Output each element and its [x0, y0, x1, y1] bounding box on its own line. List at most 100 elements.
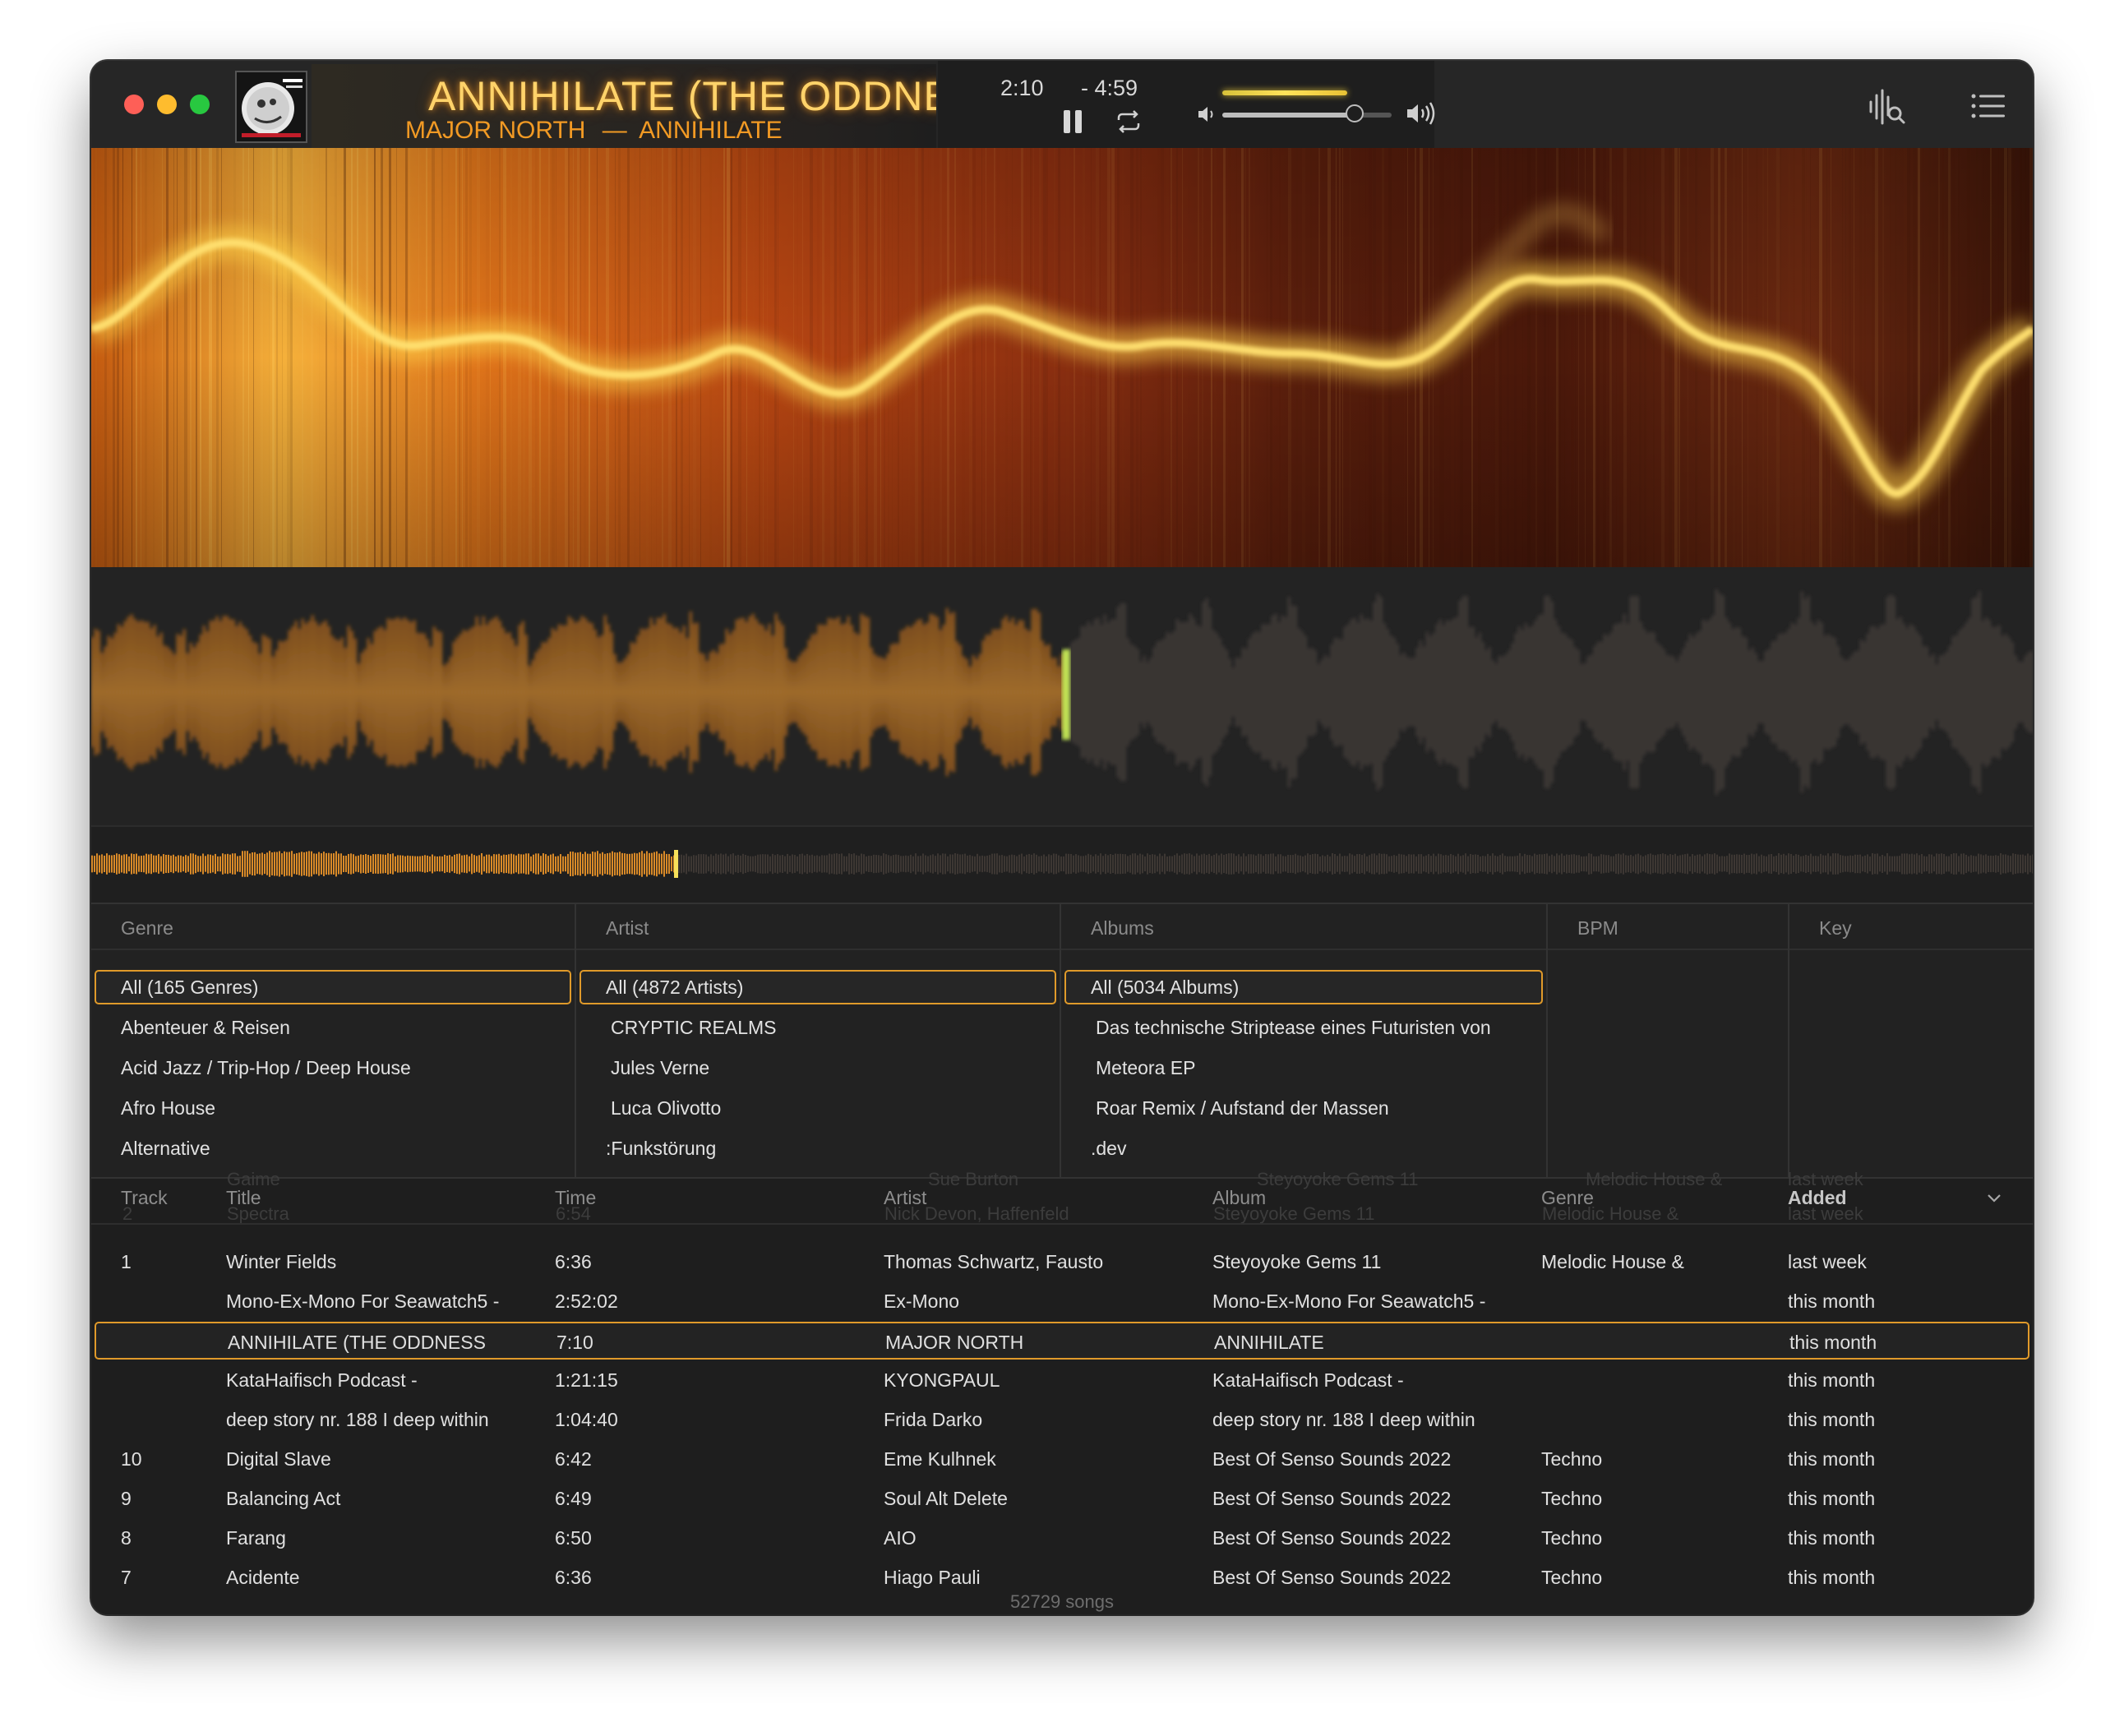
cell-artist: Soul Alt Delete [884, 1488, 1008, 1509]
cell-time: 6:42 [555, 1448, 592, 1470]
col-track[interactable]: Track [121, 1187, 168, 1209]
table-row[interactable]: KataHaifisch Podcast - 1:21:15 KYONGPAUL Ka… [91, 1361, 2033, 1399]
cell-time: 6:36 [555, 1251, 592, 1272]
genre-item[interactable]: Abenteuer & Reisen [121, 1017, 290, 1039]
cell-added: this month [1788, 1290, 1876, 1312]
remaining-time: - 4:59 [1081, 76, 1138, 100]
table-row[interactable]: deep story nr. 188 I deep within 1:04:40 F… [91, 1401, 2033, 1438]
artist-item[interactable]: Jules Verne [611, 1057, 709, 1079]
genre-column: Genre All (165 Genres) Abenteuer & Reise… [91, 904, 576, 1179]
genre-item[interactable]: Alternative [121, 1138, 210, 1160]
cell-title: KataHaifisch Podcast - [226, 1369, 418, 1391]
cell-title: ANNIHILATE (THE ODDNESS [228, 1332, 486, 1353]
now-playing-display: ANNIHILATE (THE ODDNE MAJOR NORTH — ANNI… [312, 64, 936, 148]
cell-genre: Melodic House & [1541, 1251, 1684, 1272]
table-row[interactable]: ANNIHILATE (THE ODDNESS 7:10 MAJOR NORTH AN… [95, 1322, 2029, 1360]
album-item[interactable]: Das technische Striptease eines Futurist… [1096, 1017, 1491, 1039]
albums-all[interactable]: All (5034 Albums) [1091, 976, 1239, 999]
volume-low-icon[interactable] [1196, 104, 1217, 125]
cell-genre: Techno [1541, 1488, 1603, 1509]
waveform-playhead[interactable] [1062, 649, 1070, 740]
cell-album: Best Of Senso Sounds 2022 [1212, 1567, 1452, 1588]
album-cover[interactable] [235, 71, 307, 143]
volume-high-icon[interactable] [1405, 100, 1438, 127]
cell-album: KataHaifisch Podcast - [1212, 1369, 1404, 1391]
col-album[interactable]: Album [1212, 1187, 1266, 1209]
col-added[interactable]: Added [1788, 1187, 1847, 1209]
col-time[interactable]: Time [555, 1187, 596, 1209]
albums-header: Albums [1091, 917, 1154, 939]
cell-album: Mono-Ex-Mono For Seawatch5 - [1212, 1290, 1486, 1312]
cell-artist: Frida Darko [884, 1409, 983, 1430]
cell-artist: Eme Kulhnek [884, 1448, 996, 1470]
cell-track: 8 [121, 1527, 132, 1549]
cell-time: 7:10 [556, 1332, 593, 1353]
cell-title: Farang [226, 1527, 286, 1549]
pause-icon[interactable] [1061, 108, 1086, 135]
table-header: Track Title Time Artist Album Genre Adde… [91, 1179, 2033, 1225]
genre-header: Genre [121, 917, 173, 939]
cell-time: 6:49 [555, 1488, 592, 1509]
bpm-column: BPM [1548, 904, 1789, 1179]
close-light[interactable] [124, 95, 144, 114]
genre-item[interactable]: Acid Jazz / Trip-Hop / Deep House [121, 1057, 411, 1079]
album-item[interactable]: Meteora EP [1096, 1057, 1195, 1079]
cell-title: Acidente [226, 1567, 300, 1588]
table-row[interactable]: 9 Balancing Act 6:49 Soul Alt Delete Best Of… [91, 1480, 2033, 1517]
cell-title: Digital Slave [226, 1448, 331, 1470]
album-item[interactable]: Roar Remix / Aufstand der Massen [1096, 1097, 1389, 1120]
cell-artist: MAJOR NORTH [885, 1332, 1024, 1353]
minimize-light[interactable] [157, 95, 177, 114]
table-row[interactable]: 1 Winter Fields 6:36 Thomas Schwartz, Faust… [91, 1243, 2033, 1281]
cell-album: ANNIHILATE [1214, 1332, 1324, 1353]
list-icon[interactable] [1970, 92, 2006, 120]
visualizer-search-icon[interactable] [1867, 89, 1908, 125]
cell-track: 10 [121, 1448, 142, 1470]
volume-slider-fill [1222, 113, 1355, 118]
cell-time: 1:21:15 [555, 1369, 618, 1391]
now-playing-subtitle: MAJOR NORTH — ANNIHILATE [405, 117, 783, 145]
volume-slider-knob[interactable] [1345, 104, 1364, 122]
cell-track: 7 [121, 1567, 132, 1588]
table-row[interactable]: 8 Farang 6:50 AIO Best Of Senso Sounds 2022 T… [91, 1519, 2033, 1557]
song-count: 52729 songs [1010, 1591, 1114, 1612]
table-row[interactable]: 10 Digital Slave 6:42 Eme Kulhnek Best Of Se… [91, 1440, 2033, 1478]
level-meter [1222, 90, 1347, 95]
artist-item[interactable]: Luca Olivotto [611, 1097, 721, 1120]
cell-added: this month [1789, 1332, 1877, 1353]
col-artist[interactable]: Artist [884, 1187, 926, 1209]
col-genre[interactable]: Genre [1541, 1187, 1594, 1209]
genre-all[interactable]: All (165 Genres) [121, 976, 258, 999]
cell-album: Best Of Senso Sounds 2022 [1212, 1448, 1452, 1470]
artist-header: Artist [606, 917, 649, 939]
cell-added: this month [1788, 1369, 1876, 1391]
col-title[interactable]: Title [226, 1187, 261, 1209]
cell-artist: Hiago Pauli [884, 1567, 981, 1588]
cell-time: 2:52:02 [555, 1290, 618, 1312]
overview-waveform[interactable] [91, 825, 2033, 901]
key-column: Key [1789, 904, 2033, 1179]
cell-added: this month [1788, 1527, 1876, 1549]
spectrum-visualizer [91, 148, 2033, 567]
cell-album: Best Of Senso Sounds 2022 [1212, 1527, 1452, 1549]
elapsed-time: 2:10 [1000, 76, 1044, 100]
repeat-icon[interactable] [1115, 110, 1142, 133]
cell-added: this month [1788, 1567, 1876, 1588]
chevron-down-icon[interactable] [1987, 1194, 2002, 1203]
artist-item[interactable]: :Funkstörung [606, 1138, 716, 1160]
volume-slider[interactable] [1222, 104, 1392, 122]
album-item[interactable]: .dev [1091, 1138, 1126, 1160]
cell-album: Best Of Senso Sounds 2022 [1212, 1488, 1452, 1509]
cell-track: 9 [121, 1488, 132, 1509]
waveform-display[interactable] [91, 567, 2033, 825]
cell-artist: KYONGPAUL [884, 1369, 1000, 1391]
cell-track: 1 [121, 1251, 132, 1272]
cell-added: this month [1788, 1409, 1876, 1430]
zoom-light[interactable] [190, 95, 210, 114]
table-row[interactable]: Mono-Ex-Mono For Seawatch5 - 2:52:02 Ex-Mo… [91, 1282, 2033, 1320]
artist-item[interactable]: CRYPTIC REALMS [611, 1017, 777, 1039]
cell-time: 6:36 [555, 1567, 592, 1588]
overview-playhead[interactable] [674, 850, 678, 878]
genre-item[interactable]: Afro House [121, 1097, 215, 1120]
artist-all[interactable]: All (4872 Artists) [606, 976, 743, 999]
